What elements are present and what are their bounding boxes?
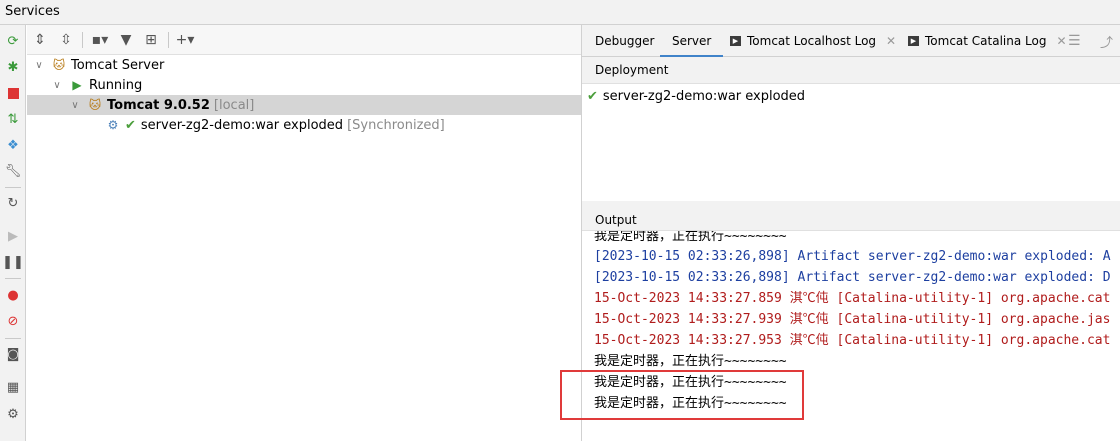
toolbar-separator: [168, 32, 169, 48]
scroll-to-end-icon[interactable]: ⤴: [1100, 25, 1113, 57]
console-line: 我是定时器，正在执行~~~~~~~~: [594, 231, 787, 244]
wrench-icon[interactable]: 🔧︎: [4, 162, 22, 180]
toolbar-separator: [5, 278, 21, 279]
add-icon[interactable]: +▾: [175, 30, 195, 50]
tab-list-icon[interactable]: ☰: [1068, 25, 1081, 57]
output-console[interactable]: 我是定时器，正在执行~~~~~~~~ [2023-10-15 02:33:26,…: [582, 231, 1120, 441]
tab-server[interactable]: Server: [660, 25, 724, 58]
run-icon: ▶: [72, 78, 82, 92]
console-line: 我是定时器，正在执行~~~~~~~~: [594, 396, 787, 411]
tree-item-tomcat-instance[interactable]: ∨ 🐱︎ Tomcat 9.0.52 [local]: [27, 95, 581, 115]
tomcat-icon: 🐱︎: [88, 98, 102, 112]
tab-debugger[interactable]: Debugger: [595, 25, 654, 57]
tab-label: Tomcat Localhost Log: [747, 34, 877, 48]
output-header: Output: [582, 201, 1120, 231]
title-bar: Services: [0, 0, 1120, 25]
console-line: [2023-10-15 02:33:26,898] Artifact serve…: [594, 270, 1111, 285]
terminal-icon: ▶: [730, 36, 741, 46]
tab-label: Server: [672, 34, 712, 48]
console-line: 15-Oct-2023 14:33:27.953 淇℃伅 [Catalina-u…: [594, 333, 1111, 348]
close-icon[interactable]: ✕: [886, 34, 896, 48]
console-line: 15-Oct-2023 14:33:27.859 淇℃伅 [Catalina-u…: [594, 291, 1111, 306]
tree-item-artifact[interactable]: ⚙ ✔ server-zg2-demo:war exploded [Synchr…: [27, 115, 581, 135]
collapse-all-icon[interactable]: ⇳: [56, 30, 76, 50]
output-title: Output: [595, 213, 637, 227]
deployment-item[interactable]: ✔ server-zg2-demo:war exploded: [587, 86, 805, 106]
tree-item-label: Tomcat Server: [71, 57, 165, 73]
reload-icon[interactable]: ↻: [4, 194, 22, 212]
toolbar-separator: [82, 32, 83, 48]
stop-icon[interactable]: [4, 84, 22, 102]
deployment-item-label: server-zg2-demo:war exploded: [602, 88, 806, 104]
artifact-icon: ⚙: [107, 118, 119, 132]
chevron-down-icon[interactable]: ∨: [33, 59, 45, 71]
pause-icon[interactable]: ❚❚: [2, 253, 24, 271]
chevron-down-icon[interactable]: ∨: [69, 99, 81, 111]
tree-item-suffix: [local]: [213, 97, 255, 113]
terminal-icon: ▶: [908, 36, 919, 46]
tree-item-label: server-zg2-demo:war exploded: [140, 117, 344, 133]
group-icon[interactable]: ▪▾: [90, 30, 110, 50]
tree-item-label: Tomcat 9.0.52: [107, 97, 210, 113]
tab-bar: Debugger Server ▶ Tomcat Localhost Log ✕…: [582, 25, 1120, 58]
mute-breakpoints-icon[interactable]: ⊘: [4, 312, 22, 330]
close-icon[interactable]: ✕: [1056, 34, 1066, 48]
tree-item-status: [Synchronized]: [347, 117, 445, 133]
tab-tomcat-localhost-log[interactable]: ▶ Tomcat Localhost Log ✕: [730, 25, 896, 57]
tree-item-label: Running: [89, 77, 143, 93]
tab-tomcat-catalina-log[interactable]: ▶ Tomcat Catalina Log ✕: [908, 25, 1067, 57]
tree-item-running[interactable]: ∨ ▶ Running: [27, 75, 581, 95]
resume-icon[interactable]: ▶: [4, 227, 22, 245]
tab-label: Tomcat Catalina Log: [925, 34, 1047, 48]
layout-icon[interactable]: ▦: [4, 378, 22, 396]
deployment-title: Deployment: [595, 63, 669, 77]
tomcat-icon: 🐱︎: [52, 58, 66, 72]
camera-icon[interactable]: ◙: [4, 345, 22, 363]
deployment-header: Deployment: [582, 57, 1120, 84]
tree-toolbar: ⇕ ⇳ ▪▾ ▼ ⊞ +▾: [27, 25, 581, 55]
console-line: [2023-10-15 02:33:26,898] Artifact serve…: [594, 249, 1111, 264]
console-line: 我是定时器，正在执行~~~~~~~~: [594, 375, 787, 390]
refresh-icon[interactable]: ⟳: [4, 32, 22, 50]
services-tree: ∨ 🐱︎ Tomcat Server ∨ ▶ Running ∨ 🐱︎ Tomc…: [27, 55, 581, 441]
deploy-icon[interactable]: ⇅: [4, 110, 22, 128]
settings-icon[interactable]: ⚙: [4, 405, 22, 423]
new-tab-icon[interactable]: ⊞: [141, 30, 161, 50]
tab-label: Debugger: [595, 34, 655, 48]
left-toolbar: ⟳ ✱ ⇅ ❖ 🔧︎ ↻ ▶ ❚❚ ● ⊘ ◙ ▦ ⚙: [0, 25, 26, 441]
toolbar-separator: [5, 338, 21, 339]
window-title: Services: [5, 4, 60, 19]
check-icon: ✔: [587, 88, 598, 104]
console-line: 15-Oct-2023 14:33:27.939 淇℃伅 [Catalina-u…: [594, 312, 1111, 327]
filter-icon[interactable]: ▼: [116, 30, 136, 50]
breakpoint-icon[interactable]: ●: [4, 286, 22, 304]
toolbar-separator: [5, 187, 21, 188]
services-icon[interactable]: ❖: [4, 136, 22, 154]
expand-all-icon[interactable]: ⇕: [30, 30, 50, 50]
debug-icon[interactable]: ✱: [4, 58, 22, 76]
console-line: 我是定时器，正在执行~~~~~~~~: [594, 354, 787, 369]
tree-item-tomcat-server[interactable]: ∨ 🐱︎ Tomcat Server: [27, 55, 581, 75]
chevron-down-icon[interactable]: ∨: [51, 79, 63, 91]
check-icon: ✔: [125, 117, 136, 133]
